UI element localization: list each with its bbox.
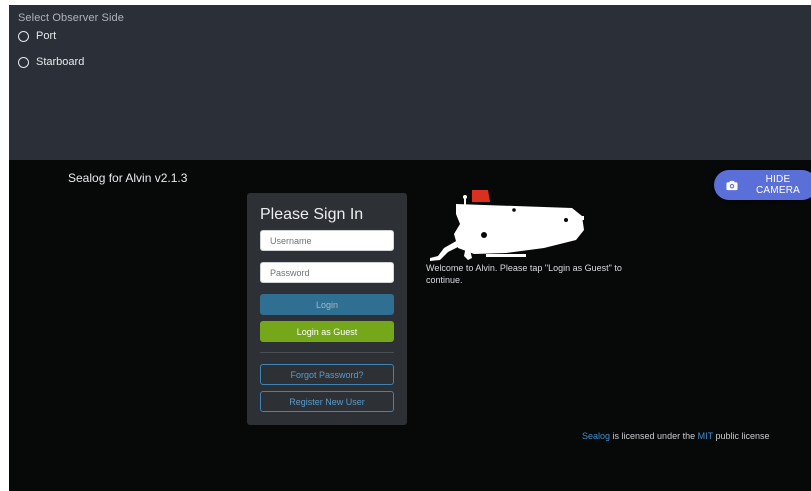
hide-camera-label: HIDE CAMERA — [756, 174, 800, 196]
license-text-mid: is licensed under the — [610, 431, 698, 441]
register-new-user-button[interactable]: Register New User — [260, 391, 394, 412]
observer-side-panel: Select Observer Side Port Starboard — [9, 5, 811, 160]
observer-side-title: Select Observer Side — [18, 12, 124, 24]
license-text-end: public license — [712, 431, 770, 441]
login-as-guest-button[interactable]: Login as Guest — [260, 321, 394, 342]
app-title: Sealog for Alvin v2.1.3 — [68, 171, 188, 185]
alvin-submarine-logo — [430, 190, 584, 261]
login-button[interactable]: Login — [260, 294, 394, 315]
license-notice: Sealog is licensed under the MIT public … — [582, 431, 769, 441]
radio-port-label: Port — [36, 30, 57, 42]
radio-port[interactable]: Port — [18, 30, 56, 42]
signin-card: Please Sign In Login Login as Guest Forg… — [247, 193, 407, 425]
hide-camera-button[interactable]: HIDE CAMERA — [714, 170, 811, 200]
radio-starboard[interactable]: Starboard — [18, 56, 84, 68]
radio-unchecked-icon[interactable] — [18, 30, 29, 42]
camera-icon — [726, 180, 738, 190]
main-area: Sealog for Alvin v2.1.3 HIDE CAMERA Plea… — [9, 160, 811, 491]
mit-link[interactable]: MIT — [698, 431, 713, 441]
username-input[interactable] — [260, 230, 394, 251]
forgot-password-button[interactable]: Forgot Password? — [260, 364, 394, 385]
sealog-link[interactable]: Sealog — [582, 431, 610, 441]
welcome-message: Welcome to Alvin. Please tap "Login as G… — [426, 263, 622, 285]
radio-unchecked-icon[interactable] — [18, 56, 29, 68]
signin-title: Please Sign In — [260, 206, 364, 223]
password-input[interactable] — [260, 262, 394, 283]
radio-starboard-label: Starboard — [36, 56, 85, 68]
card-divider — [260, 352, 394, 353]
